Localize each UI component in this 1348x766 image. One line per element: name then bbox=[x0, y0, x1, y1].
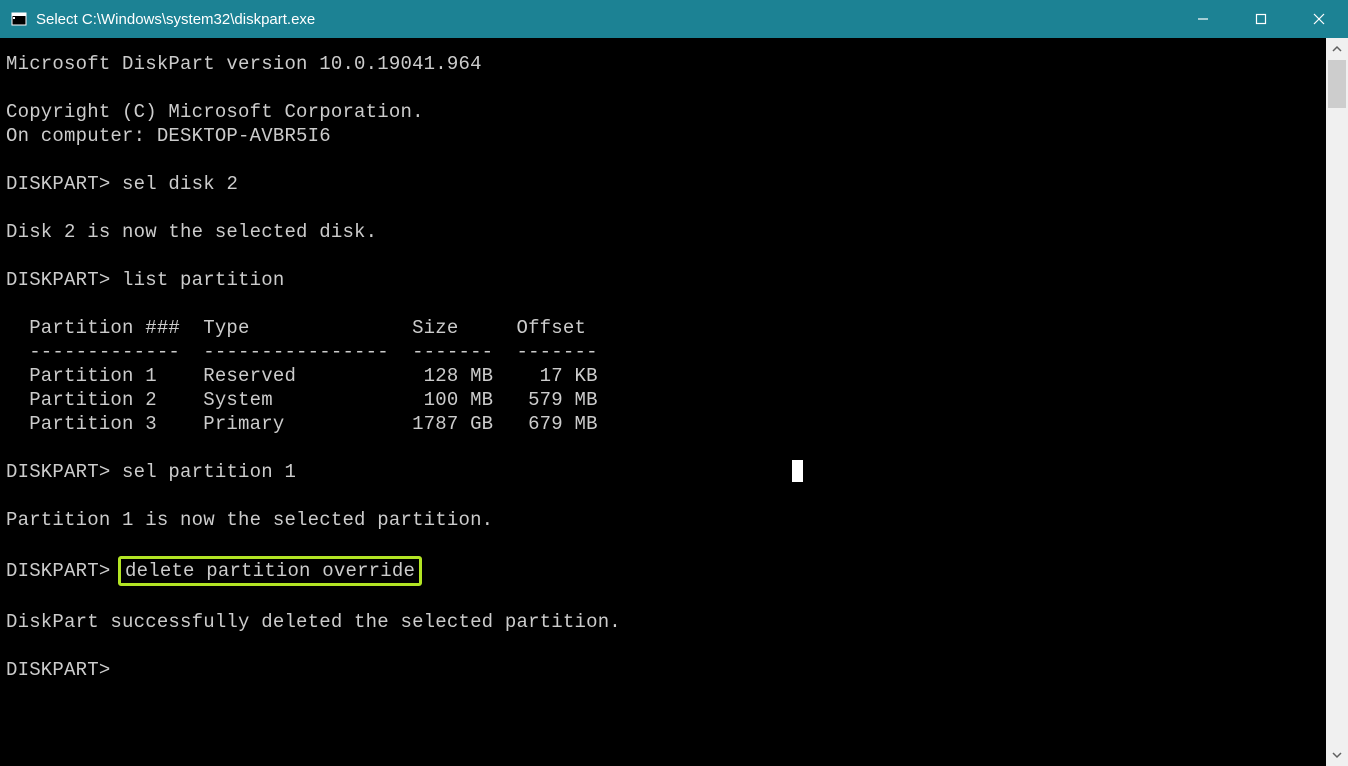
prompt: DISKPART> bbox=[6, 269, 110, 291]
window-title: Select C:\Windows\system32\diskpart.exe bbox=[36, 11, 315, 28]
app-icon bbox=[10, 10, 28, 28]
prompt: DISKPART> bbox=[6, 461, 110, 483]
line-computer: On computer: DESKTOP-AVBR5I6 bbox=[6, 125, 331, 147]
table-row: Partition 1 Reserved 128 MB 17 KB bbox=[6, 365, 598, 387]
scroll-thumb[interactable] bbox=[1328, 60, 1346, 108]
cmd-list-partition: list partition bbox=[110, 269, 284, 291]
cmd-sel-partition: sel partition 1 bbox=[110, 461, 296, 483]
minimize-button[interactable] bbox=[1174, 0, 1232, 38]
scroll-down-button[interactable] bbox=[1326, 744, 1348, 766]
table-header: Partition ### Type Size Offset bbox=[6, 317, 586, 339]
line-copyright: Copyright (C) Microsoft Corporation. bbox=[6, 101, 424, 123]
vertical-scrollbar[interactable] bbox=[1326, 38, 1348, 766]
msg-partition-selected: Partition 1 is now the selected partitio… bbox=[6, 509, 493, 531]
titlebar[interactable]: Select C:\Windows\system32\diskpart.exe bbox=[0, 0, 1348, 38]
line-version: Microsoft DiskPart version 10.0.19041.96… bbox=[6, 53, 482, 75]
terminal-output[interactable]: Microsoft DiskPart version 10.0.19041.96… bbox=[0, 38, 1326, 766]
cmd-delete-override: delete partition override bbox=[125, 560, 415, 582]
table-row: Partition 2 System 100 MB 579 MB bbox=[6, 389, 598, 411]
selection-cursor bbox=[792, 460, 803, 482]
close-button[interactable] bbox=[1290, 0, 1348, 38]
scroll-up-button[interactable] bbox=[1326, 38, 1348, 60]
cmd-sel-disk: sel disk 2 bbox=[110, 173, 238, 195]
table-divider: ------------- ---------------- ------- -… bbox=[6, 341, 598, 363]
prompt: DISKPART> bbox=[6, 659, 110, 681]
table-row: Partition 3 Primary 1787 GB 679 MB bbox=[6, 413, 598, 435]
client-area: Microsoft DiskPart version 10.0.19041.96… bbox=[0, 38, 1348, 766]
prompt: DISKPART> bbox=[6, 173, 110, 195]
maximize-button[interactable] bbox=[1232, 0, 1290, 38]
msg-disk-selected: Disk 2 is now the selected disk. bbox=[6, 221, 377, 243]
prompt: DISKPART> bbox=[6, 560, 110, 582]
msg-deleted: DiskPart successfully deleted the select… bbox=[6, 611, 621, 633]
console-window: Select C:\Windows\system32\diskpart.exe … bbox=[0, 0, 1348, 766]
highlighted-command: delete partition override bbox=[118, 556, 422, 586]
